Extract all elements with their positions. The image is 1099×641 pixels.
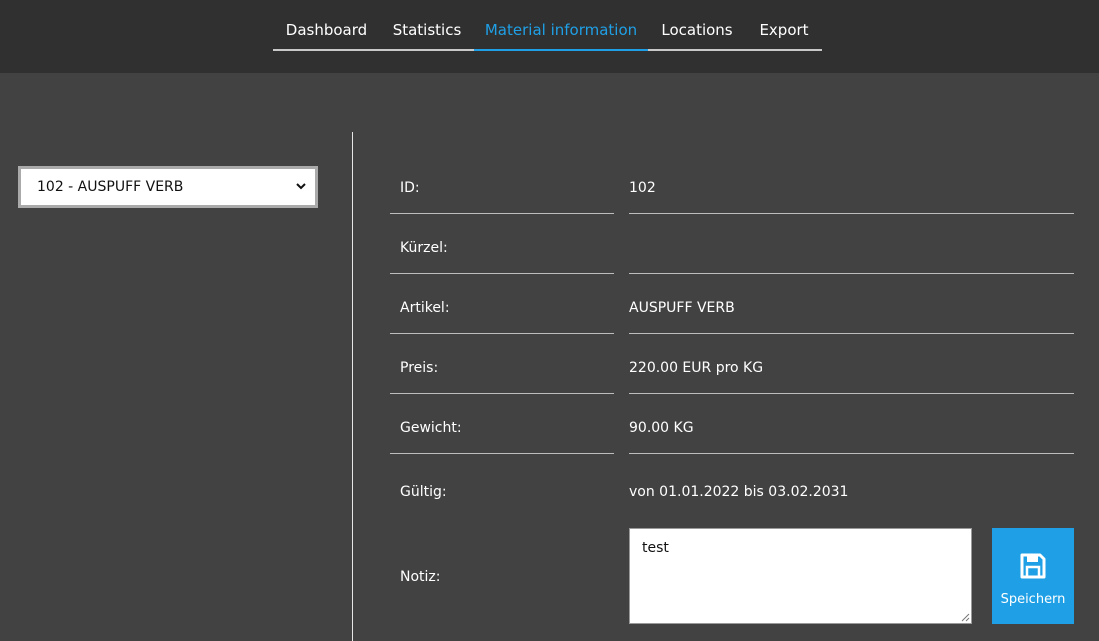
- kuerzel-value: [629, 223, 1074, 274]
- panel-divider: [352, 132, 353, 641]
- material-select[interactable]: 102 - AUSPUFF VERB: [18, 166, 318, 208]
- id-label: ID:: [390, 163, 614, 214]
- artikel-value: AUSPUFF VERB: [629, 283, 1074, 334]
- tab-material-information[interactable]: Material information: [474, 10, 648, 51]
- preis-label: Preis:: [390, 343, 614, 394]
- save-button-label: Speichern: [1000, 592, 1066, 607]
- kuerzel-label: Kürzel:: [390, 223, 614, 274]
- gewicht-value: 90.00 KG: [629, 403, 1074, 454]
- tab-locations[interactable]: Locations: [648, 10, 746, 49]
- material-select-value: 102 - AUSPUFF VERB: [37, 179, 184, 195]
- main-nav: Dashboard Statistics Material informatio…: [273, 10, 822, 51]
- tab-statistics[interactable]: Statistics: [380, 10, 474, 49]
- gueltig-value: von 01.01.2022 bis 03.02.2031: [629, 483, 849, 500]
- note-text: test: [642, 540, 669, 556]
- top-bar: Dashboard Statistics Material informatio…: [0, 0, 1099, 73]
- preis-value: 220.00 EUR pro KG: [629, 343, 1074, 394]
- artikel-label: Artikel:: [390, 283, 614, 334]
- save-button[interactable]: Speichern: [992, 528, 1074, 624]
- gewicht-label: Gewicht:: [390, 403, 614, 454]
- chevron-down-icon: [296, 183, 306, 190]
- tab-dashboard[interactable]: Dashboard: [273, 10, 380, 49]
- tab-export[interactable]: Export: [746, 10, 822, 49]
- gueltig-label: Gültig:: [400, 483, 447, 500]
- note-textarea[interactable]: test: [629, 528, 972, 624]
- notiz-label: Notiz:: [400, 568, 441, 585]
- floppy-disk-icon: [1020, 553, 1046, 579]
- resize-grip-icon[interactable]: [960, 612, 970, 622]
- id-value: 102: [629, 163, 1074, 214]
